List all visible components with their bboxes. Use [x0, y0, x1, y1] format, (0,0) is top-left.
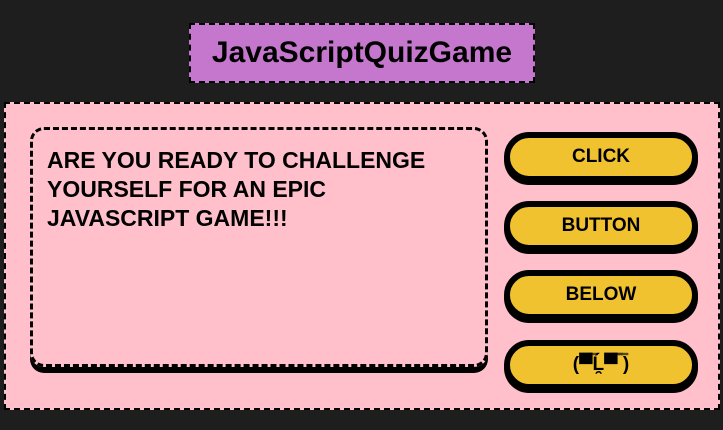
answer-button-3[interactable]: BELOW [504, 270, 698, 320]
answer-button-4[interactable]: (▀̿Ĺ̯▀̿ ̿) [504, 340, 698, 390]
page-title: JavaScriptQuizGame [211, 36, 513, 69]
answer-button-1-label: CLICK [571, 146, 631, 167]
answer-button-1[interactable]: CLICK [504, 132, 698, 182]
title-box: JavaScriptQuizGame [189, 23, 535, 83]
question-text: ARE YOU READY TO CHALLENGE YOURSELF FOR … [47, 147, 426, 231]
answer-button-4-label: (▀̿Ĺ̯▀̿ ̿) [572, 354, 630, 375]
answer-button-2-label: BUTTON [561, 215, 641, 236]
question-card: ARE YOU READY TO CHALLENGE YOURSELF FOR … [30, 127, 488, 367]
answer-button-3-label: BELOW [565, 284, 637, 305]
quiz-panel: ARE YOU READY TO CHALLENGE YOURSELF FOR … [4, 102, 720, 410]
answer-button-2[interactable]: BUTTON [504, 201, 698, 251]
